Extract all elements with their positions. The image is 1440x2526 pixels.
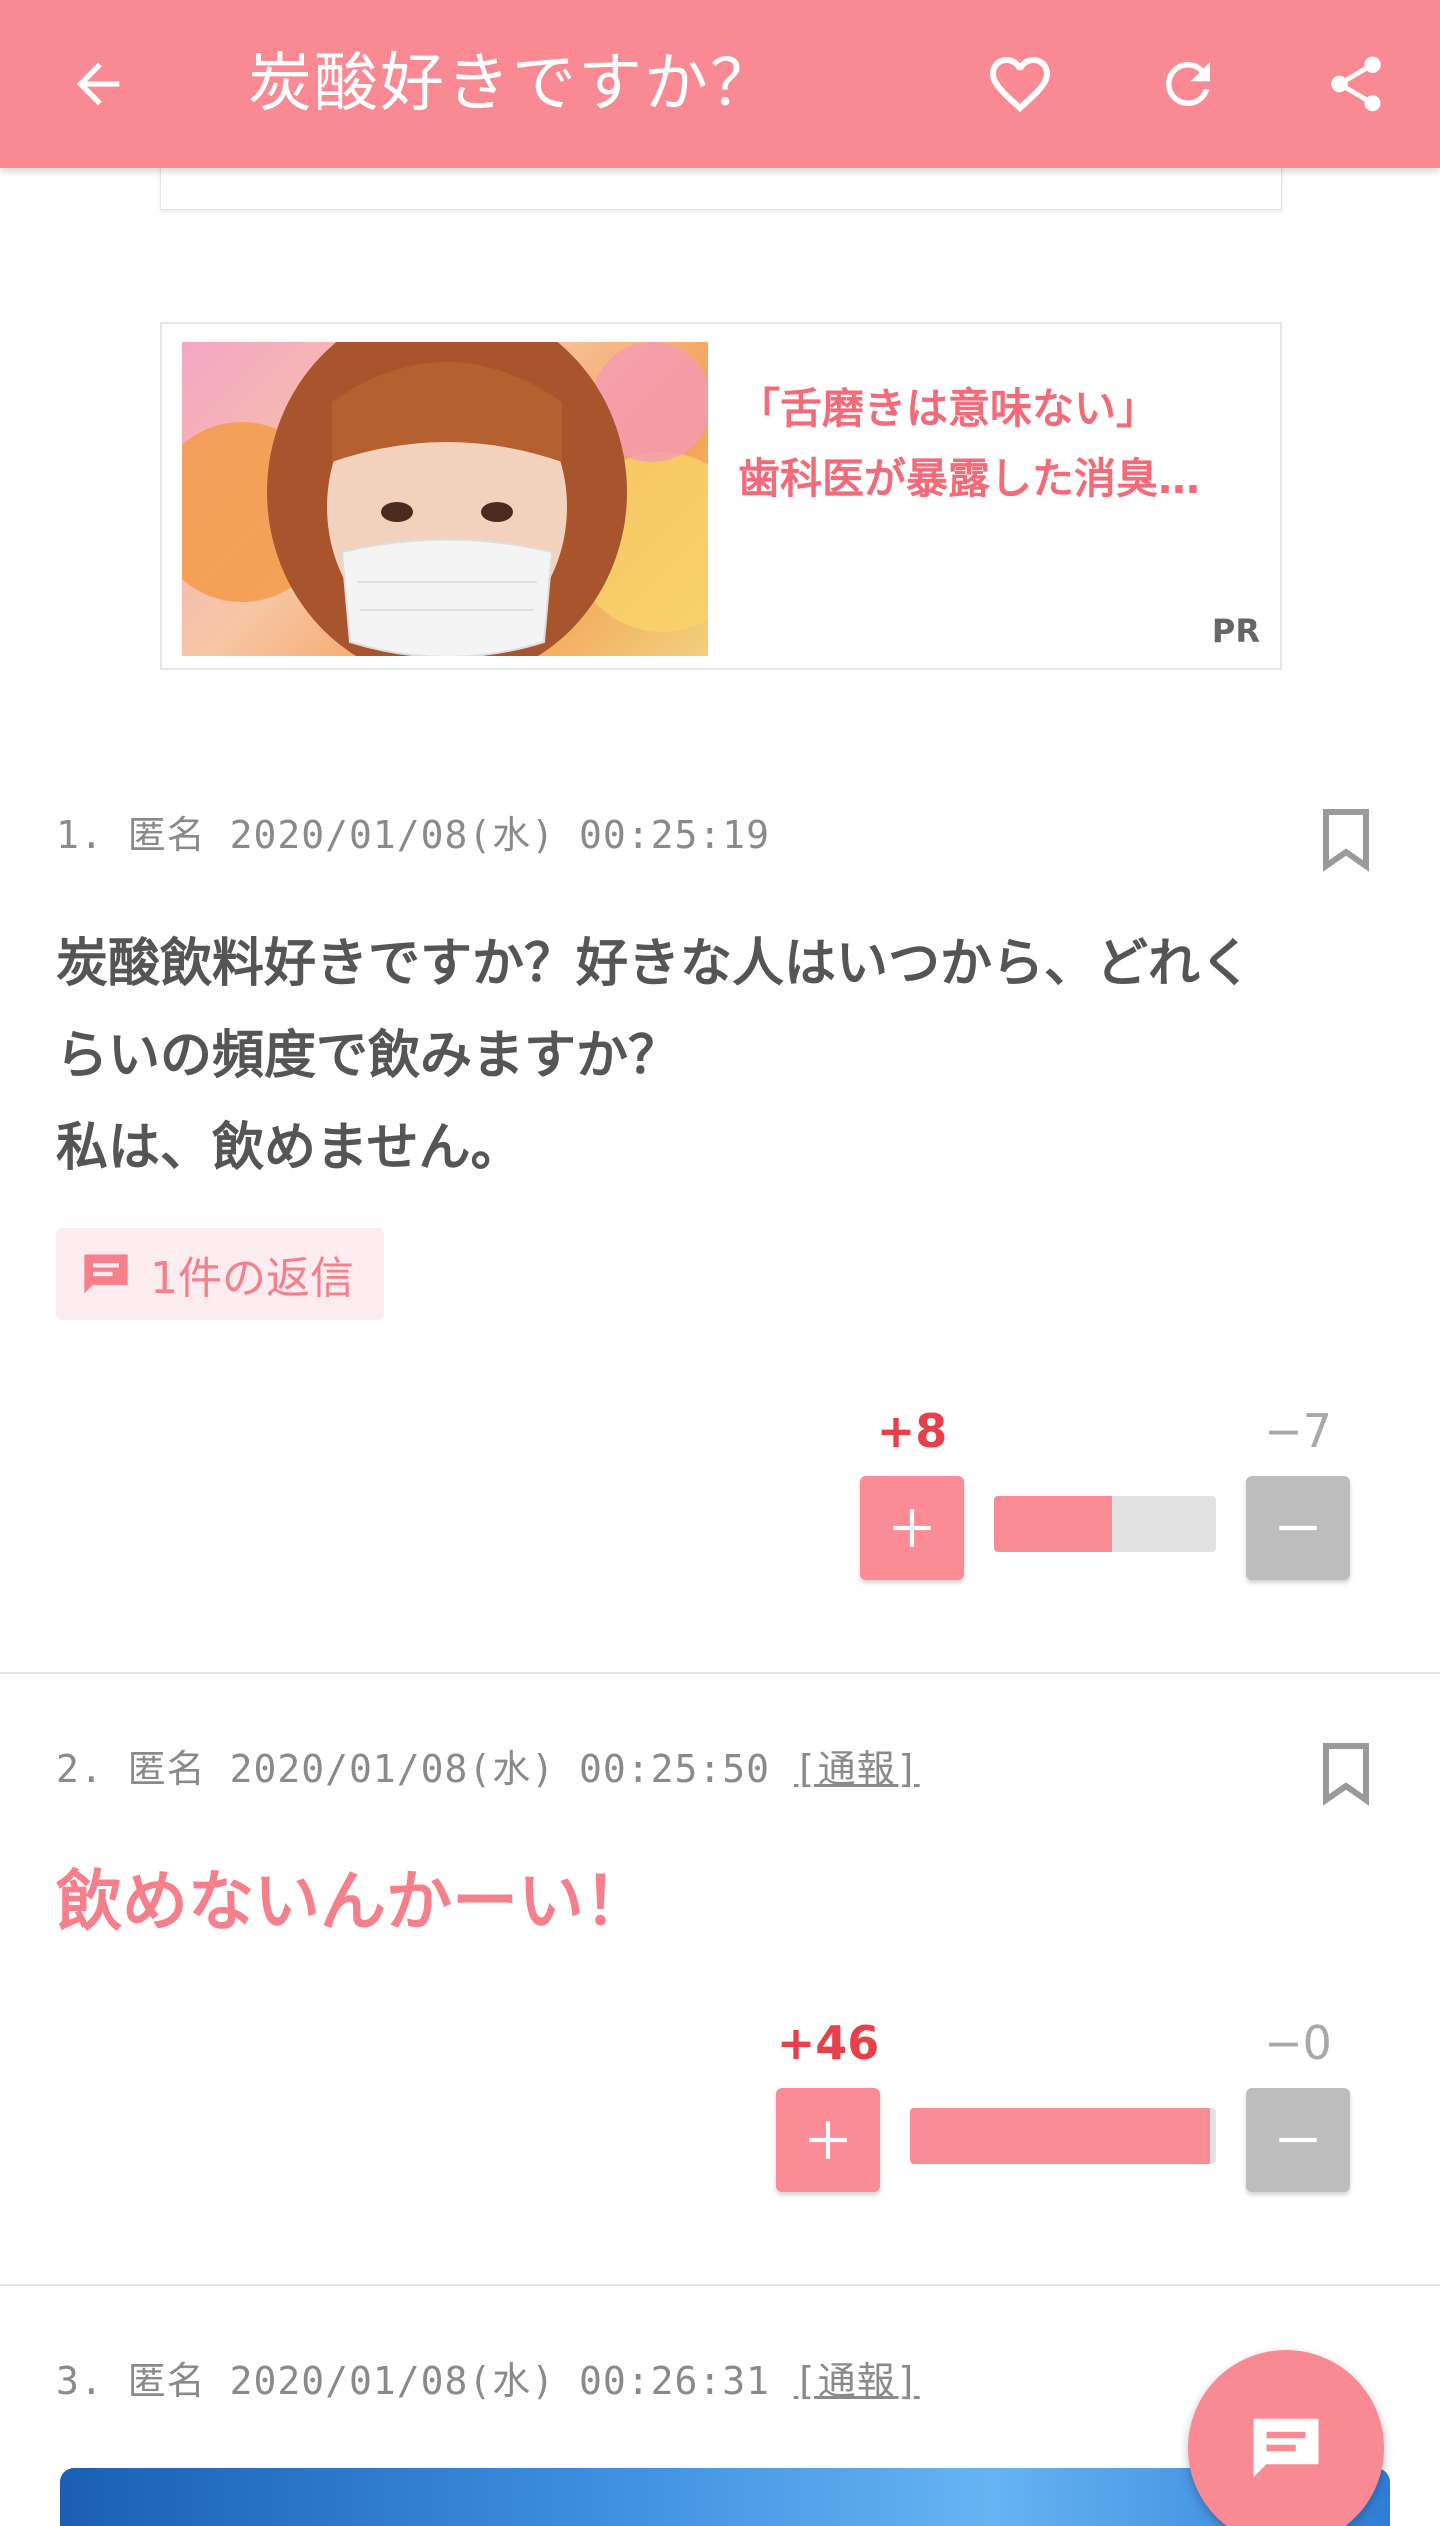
ad-headline-line1: 「舌磨きは意味ない」 [738,384,1159,433]
page-title: 炭酸好きですか？ [248,47,776,121]
arrow-left-icon [76,62,120,106]
bookmark-button[interactable] [1318,808,1374,872]
reload-icon [1166,61,1210,106]
reply-count-label: 1件の返信 [150,1253,354,1304]
minus-count: −7 [1264,1404,1332,1458]
post-comment-button[interactable] [1188,2350,1384,2526]
comment-image[interactable] [60,2468,1390,2526]
ad-headline-line2: 歯科医が暴露した消臭… [738,454,1201,503]
comment-icon [84,1254,128,1294]
minus-icon [1279,2137,1317,2143]
comment-datetime: 2020/01/08(水) 00:25:50 [229,1747,770,1791]
comment-line: らいの頻度で飲みますか？ [56,1026,681,1086]
comment-author: 匿名 [127,1747,206,1791]
share-button[interactable] [1306,34,1406,134]
heart-icon [990,57,1050,113]
minus-icon [1279,1525,1317,1531]
comment-divider [0,1672,1440,1674]
report-link[interactable]: [通報] [794,2359,920,2403]
plus-vote-button[interactable] [776,2088,880,2192]
minus-count: −0 [1264,2016,1332,2070]
pr-label: PR [1211,612,1260,650]
ad-banner[interactable]: 「舌磨きは意味ない」 歯科医が暴露した消臭… PR [160,322,1282,670]
comment-line: 私は、飲めません。 [56,1118,523,1178]
plus-count: +8 [876,1404,948,1458]
comment-datetime: 2020/01/08(水) 00:26:31 [229,2359,770,2403]
reload-button[interactable] [1138,34,1238,134]
vote-ratio-fill [910,2108,1210,2164]
plus-icon [809,2121,847,2159]
vote-ratio-fill [994,1496,1112,1552]
ad-headline[interactable]: 「舌磨きは意味ない」 歯科医が暴露した消臭… [722,374,1262,514]
comment-divider [0,2284,1440,2286]
comment-number: 3. [56,2359,104,2403]
plus-icon [893,1509,931,1547]
bookmark-button[interactable] [1318,1742,1374,1806]
ad-photo-illustration [182,342,708,656]
back-button[interactable] [48,34,148,134]
minus-vote-button[interactable] [1246,2088,1350,2192]
comment-author: 匿名 [127,2359,206,2403]
comment-body: 炭酸飲料好きですか？好きな人はいつから、どれく らいの頻度で飲みますか？ 私は、… [56,918,1386,1194]
comment-meta: 2. 匿名 2020/01/08(水) 00:25:50 [通報] [56,1738,920,1793]
app-bar: 炭酸好きですか？ [0,0,1440,168]
comment-icon [1253,2418,1319,2478]
comment-meta: 1. 匿名 2020/01/08(水) 00:25:19 [56,804,770,859]
comment-author: 匿名 [127,813,206,857]
share-icon [1331,56,1381,112]
bookmark-icon [1323,1743,1369,1806]
vote-ratio-bar [910,2108,1216,2164]
comment-body: 飲めないんかーい！ [56,1863,650,1940]
reply-count-button[interactable]: 1件の返信 [56,1228,384,1320]
minus-vote-button[interactable] [1246,1476,1350,1580]
plus-vote-button[interactable] [860,1476,964,1580]
favorite-button[interactable] [970,34,1070,134]
comment-datetime: 2020/01/08(水) 00:25:19 [229,813,770,857]
comment-line: 炭酸飲料好きですか？好きな人はいつから、どれく [56,934,1253,994]
bookmark-icon [1323,809,1369,872]
plus-count: +46 [776,2016,880,2070]
vote-ratio-bar [994,1496,1216,1552]
ad-image [182,342,708,656]
comment-number: 1. [56,813,104,857]
report-link[interactable]: [通報] [794,1747,920,1791]
comment-meta: 3. 匿名 2020/01/08(水) 00:26:31 [通報] [56,2350,920,2405]
comment-number: 2. [56,1747,104,1791]
